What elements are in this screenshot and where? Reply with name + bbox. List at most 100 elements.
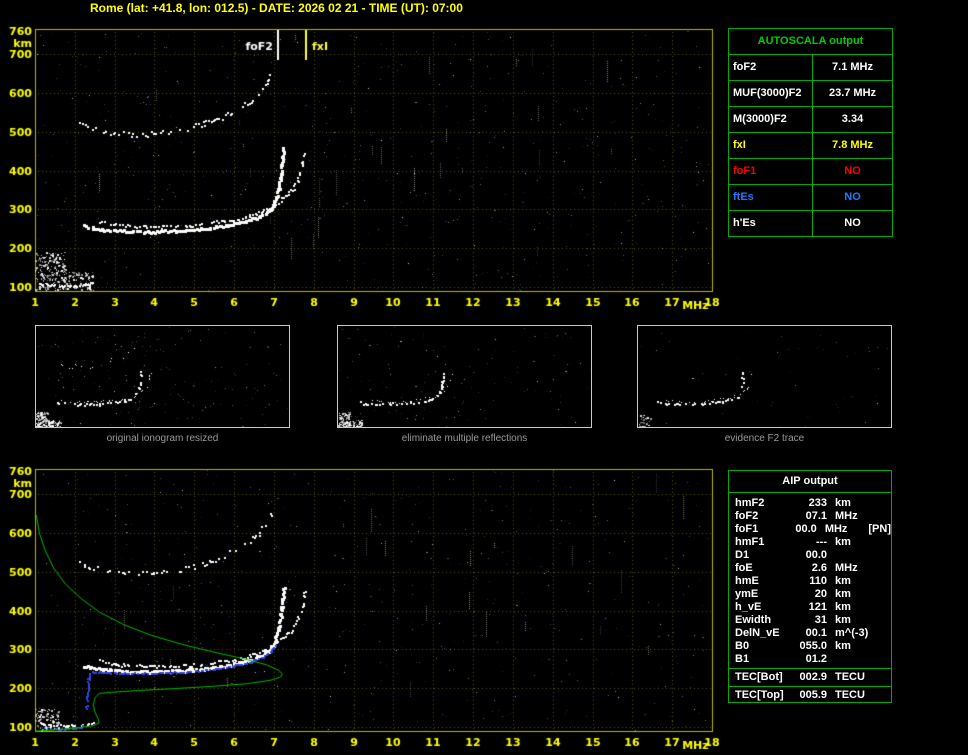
- aip-table-title: AIP output: [729, 471, 891, 493]
- autoscala-row-value: 3.34: [841, 113, 864, 125]
- aip-separator: [729, 668, 891, 669]
- aip-row-extra: [875, 601, 891, 614]
- autoscala-row-label: h'Es: [729, 211, 813, 236]
- aip-row-extra: [875, 536, 891, 549]
- aip-row-value: 121: [808, 601, 827, 613]
- autoscala-table-row: ftEs NO: [729, 185, 892, 211]
- aip-row-unit: m^(-3): [835, 627, 869, 639]
- aip-row-label: foE: [735, 562, 753, 574]
- autoscala-row-label: MUF(3000)F2: [729, 81, 813, 106]
- autoscala-table-row: foF2 7.1 MHz: [729, 55, 892, 81]
- autoscala-row-label: ftEs: [729, 185, 813, 210]
- aip-table-row: B1 01.2: [729, 653, 891, 666]
- aip-row-unit: km: [835, 497, 851, 509]
- aip-row-unit: km: [835, 588, 851, 600]
- aip-table-row: foF2 07.1 MHz: [729, 510, 891, 523]
- thumbnail-caption-original: original ionogram resized: [106, 433, 219, 444]
- aip-row-label: hmE: [735, 575, 759, 587]
- aip-row-unit: MHz: [824, 523, 848, 535]
- aip-row-unit: km: [835, 601, 851, 613]
- autoscala-table-row: fxI 7.8 MHz: [729, 133, 892, 159]
- aip-row-extra: [875, 497, 891, 510]
- aip-table-row: hmE 110 km: [729, 575, 891, 588]
- aip-row-value: ---: [816, 536, 827, 548]
- aip-row-extra: [875, 510, 891, 523]
- autoscala-row-label: fxI: [729, 133, 813, 158]
- autoscala-row-label: foF2: [729, 55, 813, 80]
- autoscala-row-value: NO: [844, 191, 861, 203]
- aip-output-table: AIP output hmF2 233 km foF2 07.1 MHz foF1 00.0 MH…: [728, 470, 892, 703]
- aip-row-label: foF2: [735, 510, 759, 522]
- autoscala-table-title: AUTOSCALA output: [729, 29, 892, 55]
- aip-row-value: 055.0: [799, 640, 827, 652]
- autoscala-output-table: AUTOSCALA output foF2 7.1 MHz MUF(3000)F2 23…: [728, 28, 893, 237]
- autoscala-row-label: foF1: [729, 159, 813, 184]
- autoscala-row-value: NO: [844, 217, 861, 229]
- aip-row-unit: km: [835, 640, 851, 652]
- aip-row-value: 01.2: [805, 653, 827, 665]
- aip-table-row: h_vE 121 km: [729, 601, 891, 614]
- aip-row-extra: [875, 614, 891, 627]
- aip-row-unit: MHz: [835, 510, 858, 522]
- aip-separator: [729, 686, 891, 687]
- aip-row-extra: [875, 549, 891, 562]
- aip-row-value: 005.9: [799, 689, 827, 701]
- aip-row-unit: TECU: [835, 671, 865, 683]
- aip-row-extra: [875, 640, 891, 653]
- aip-row-value: 20: [814, 588, 827, 600]
- aip-row-label: hmF2: [735, 497, 765, 509]
- aip-table-row: hmF2 233 km: [729, 497, 891, 510]
- aip-row-extra: [875, 562, 891, 575]
- aip-row-label: TEC[Top]: [735, 689, 784, 701]
- aip-row-extra: [875, 575, 891, 588]
- aip-row-unit: TECU: [835, 689, 865, 701]
- aip-row-label: ymE: [735, 588, 759, 600]
- aip-row-label: hmF1: [735, 536, 765, 548]
- aip-row-unit: km: [835, 614, 851, 626]
- thumbnail-caption-eliminate: eliminate multiple reflections: [401, 433, 528, 444]
- aip-row-label: Ewidth: [735, 614, 772, 626]
- aip-row-label: h_vE: [735, 601, 762, 613]
- aip-tec-row: TEC[Bot] 002.9 TECU: [729, 671, 891, 684]
- aip-table-row: DelN_vE 00.1 m^(-3): [729, 627, 891, 640]
- aip-row-value: 233: [808, 497, 827, 509]
- aip-row-unit: MHz: [835, 562, 858, 574]
- thumbnail-original-ionogram: [35, 325, 290, 428]
- aip-row-unit: [827, 549, 875, 562]
- thumbnail-evidence-f2-trace: [637, 325, 892, 428]
- aip-row-label: D1: [735, 549, 750, 561]
- autoscala-table-row: M(3000)F2 3.34: [729, 107, 892, 133]
- aip-tec-row: TEC[Top] 005.9 TECU: [729, 689, 891, 702]
- autoscala-table-row: h'Es NO: [729, 211, 892, 236]
- autoscala-table-row: foF1 NO: [729, 159, 892, 185]
- autoscala-row-label: M(3000)F2: [729, 107, 813, 132]
- main-ionogram-canvas: [6, 21, 746, 313]
- aip-table-row: B0 055.0 km: [729, 640, 891, 653]
- aip-row-unit: [827, 653, 875, 666]
- aip-row-extra: [PN]: [868, 523, 891, 535]
- aip-row-label: foF1: [735, 523, 759, 535]
- aip-row-value: 00.1: [805, 627, 827, 639]
- autoscala-row-value: 23.7 MHz: [828, 87, 877, 99]
- autoscala-row-value: 7.1 MHz: [832, 61, 873, 73]
- thumbnail-eliminate-reflections: [337, 325, 592, 428]
- aip-row-value: 31: [814, 614, 827, 626]
- aip-row-value: 002.9: [799, 671, 827, 683]
- aip-row-value: 00.0: [795, 523, 817, 535]
- aip-row-unit: km: [835, 575, 851, 587]
- aip-row-value: 2.6: [811, 562, 827, 574]
- page-title: Rome (lat: +41.8, lon: 012.5) - DATE: 20…: [90, 1, 463, 15]
- aip-row-label: B0: [735, 640, 750, 652]
- aip-row-extra: [875, 627, 891, 640]
- aip-row-extra: [875, 588, 891, 601]
- aip-table-row: D1 00.0: [729, 549, 891, 562]
- aip-table-row: Ewidth 31 km: [729, 614, 891, 627]
- aip-table-row: foF1 00.0 MHz [PN]: [729, 523, 891, 536]
- aip-row-value: 00.0: [805, 549, 827, 561]
- aip-row-label: B1: [735, 653, 750, 665]
- aip-table-body: hmF2 233 km foF2 07.1 MHz foF1 00.0 MHz [PN] hmF1-…: [729, 493, 891, 666]
- aip-row-value: 110: [809, 575, 827, 587]
- autoscala-table-row: MUF(3000)F2 23.7 MHz: [729, 81, 892, 107]
- aip-ionogram-canvas: [6, 461, 746, 753]
- aip-table-row: foE 2.6 MHz: [729, 562, 891, 575]
